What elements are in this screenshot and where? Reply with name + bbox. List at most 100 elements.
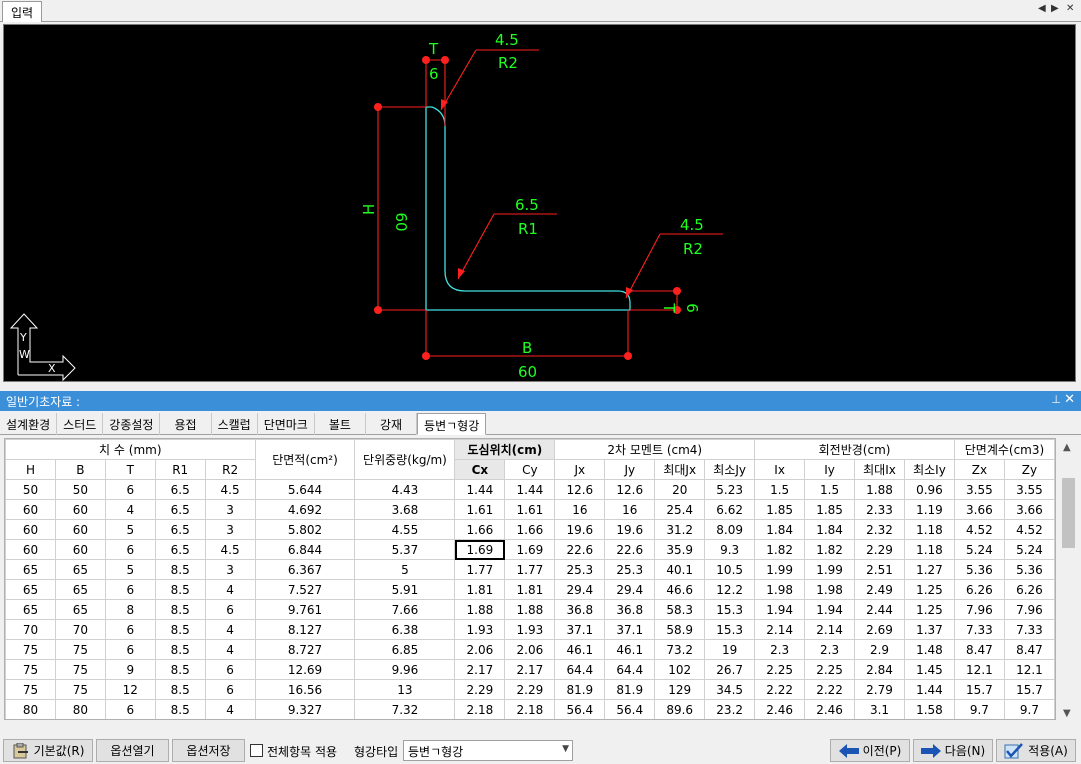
table-cell[interactable]: 6.844	[254, 539, 356, 560]
table-cell[interactable]: 35.9	[654, 539, 706, 560]
scroll-thumb[interactable]	[1062, 478, 1075, 548]
table-cell[interactable]: 58.3	[654, 599, 706, 620]
table-cell[interactable]: 5	[354, 559, 456, 580]
table-cell[interactable]: 75	[54, 679, 106, 700]
table-cell[interactable]: 3	[204, 519, 256, 540]
table-row[interactable]: 75 75 9 8.5 6 12.69 9.96 2.17 2.17 64.4 64.4 102 26.…	[5, 659, 1055, 680]
table-cell[interactable]: 15.3	[704, 619, 756, 640]
table-cell[interactable]: 5.23	[704, 479, 756, 500]
table-cell[interactable]: 1.81	[454, 579, 506, 600]
table-cell[interactable]: 1.99	[754, 559, 806, 580]
table-vertical-scrollbar[interactable]: ▲ ▼	[1060, 438, 1077, 722]
table-cell[interactable]: 81.9	[604, 679, 656, 700]
table-cell[interactable]: 34.5	[704, 679, 756, 700]
table-cell[interactable]: 2.79	[854, 679, 905, 700]
table-cell[interactable]: 22.6	[604, 539, 656, 560]
table-cell[interactable]: 8	[104, 599, 156, 620]
table-cell[interactable]: 23.2	[704, 699, 756, 719]
table-cell[interactable]: 129	[654, 679, 706, 700]
table-cell[interactable]: 56.4	[554, 699, 606, 719]
table-cell[interactable]: 4.5	[204, 479, 256, 500]
table-cell[interactable]: 58.9	[654, 619, 706, 640]
table-cell[interactable]: 1.58	[903, 699, 955, 719]
table-cell[interactable]: 1.77	[504, 559, 556, 580]
table-cell[interactable]: 1.85	[754, 499, 806, 520]
table-cell[interactable]: 8.727	[254, 639, 356, 660]
table-cell[interactable]: 60	[54, 499, 106, 520]
table-cell[interactable]: 15.7	[953, 679, 1005, 700]
table-row[interactable]: 60 60 5 6.5 3 5.802 4.55 1.66 1.66 19.6 19.6 31.2 8.…	[5, 519, 1055, 540]
table-cell[interactable]: 22.6	[554, 539, 606, 560]
table-cell[interactable]: 6.62	[704, 499, 756, 520]
table-row[interactable]: 80 80 6 8.5 4 9.327 7.32 2.18 2.18 56.4 56.4 89.6 23…	[5, 699, 1055, 719]
table-cell[interactable]: 1.27	[903, 559, 955, 580]
table-cell[interactable]: 5.91	[354, 579, 456, 600]
table-cell[interactable]: 5.36	[1003, 559, 1055, 580]
table-cell[interactable]: 7.33	[1003, 619, 1055, 640]
table-cell[interactable]: 10.5	[704, 559, 756, 580]
table-cell[interactable]: 12.69	[254, 659, 356, 680]
table-cell[interactable]: 1.37	[903, 619, 955, 640]
table-cell[interactable]: 26.7	[704, 659, 756, 680]
table-cell[interactable]: 2.17	[454, 659, 506, 680]
table-cell[interactable]: 8.5	[154, 559, 206, 580]
table-cell[interactable]: 3.66	[953, 499, 1005, 520]
table-cell[interactable]: 73.2	[654, 639, 706, 660]
table-cell[interactable]: 9	[104, 659, 156, 680]
table-cell[interactable]: 7.33	[953, 619, 1005, 640]
table-cell[interactable]: 4	[104, 499, 156, 520]
table-cell[interactable]: 2.9	[854, 639, 905, 660]
table-cell[interactable]: 1.61	[504, 499, 556, 520]
table-cell[interactable]: 6	[204, 679, 256, 700]
table-cell[interactable]: 5.644	[254, 479, 356, 500]
tab-scallop[interactable]: 스캘럽	[212, 413, 258, 435]
table-cell[interactable]: 60	[5, 499, 56, 520]
apply-button[interactable]: 적용(A)	[996, 739, 1076, 762]
table-cell[interactable]: 2.29	[504, 679, 556, 700]
table-cell[interactable]: 1.99	[804, 559, 856, 580]
table-cell[interactable]: 20	[654, 479, 706, 500]
table-cell[interactable]: 56.4	[604, 699, 656, 719]
tab-scroll-left-icon[interactable]: ◀	[1038, 3, 1046, 14]
table-row[interactable]: 75 75 6 8.5 4 8.727 6.85 2.06 2.06 46.1 46.1 73.2 19…	[5, 639, 1055, 660]
table-cell[interactable]: 4	[204, 639, 256, 660]
table-cell[interactable]: 9.7	[1003, 699, 1055, 719]
table-cell[interactable]: 3.66	[1003, 499, 1055, 520]
table-cell[interactable]: 102	[654, 659, 706, 680]
table-cell[interactable]: 65	[5, 579, 56, 600]
table-cell[interactable]: 40.1	[654, 559, 706, 580]
table-cell[interactable]: 65	[54, 559, 106, 580]
tab-scroll-right-icon[interactable]: ▶	[1051, 3, 1059, 14]
table-cell[interactable]: 29.4	[554, 579, 606, 600]
table-cell[interactable]: 4.55	[354, 519, 456, 540]
table-cell[interactable]: 1.93	[454, 619, 506, 640]
table-cell[interactable]: 4.5	[204, 539, 256, 560]
table-cell[interactable]: 12.2	[704, 579, 756, 600]
table-cell[interactable]: 12.1	[1003, 659, 1055, 680]
table-cell[interactable]: 36.8	[604, 599, 656, 620]
tab-bolt[interactable]: 볼트	[315, 413, 366, 435]
table-cell[interactable]: 8.5	[154, 699, 206, 719]
table-cell[interactable]: 4.52	[953, 519, 1005, 540]
table-cell[interactable]: 5.36	[953, 559, 1005, 580]
tab-design-env[interactable]: 설계환경	[0, 413, 58, 435]
table-cell[interactable]: 0.96	[903, 479, 955, 500]
table-cell[interactable]: 3	[204, 559, 256, 580]
table-cell[interactable]: 5.24	[953, 539, 1005, 560]
tab-equal-angle[interactable]: 등변ㄱ형강	[417, 413, 487, 435]
table-cell[interactable]: 4.52	[1003, 519, 1055, 540]
tab-stud[interactable]: 스터드	[57, 413, 104, 435]
table-cell[interactable]: 2.32	[854, 519, 905, 540]
table-cell[interactable]: 2.29	[854, 539, 905, 560]
table-cell[interactable]: 2.18	[504, 699, 556, 719]
table-cell[interactable]: 75	[5, 639, 56, 660]
table-cell[interactable]: 4.692	[254, 499, 356, 520]
table-cell[interactable]: 1.94	[804, 599, 856, 620]
save-options-button[interactable]: 옵션저장	[172, 739, 245, 762]
table-cell[interactable]: 37.1	[604, 619, 656, 640]
table-cell[interactable]: 4	[204, 579, 256, 600]
table-cell[interactable]: 2.14	[804, 619, 856, 640]
table-cell[interactable]: 6	[104, 619, 156, 640]
table-cell[interactable]: 1.5	[754, 479, 806, 500]
table-cell[interactable]: 37.1	[554, 619, 606, 640]
